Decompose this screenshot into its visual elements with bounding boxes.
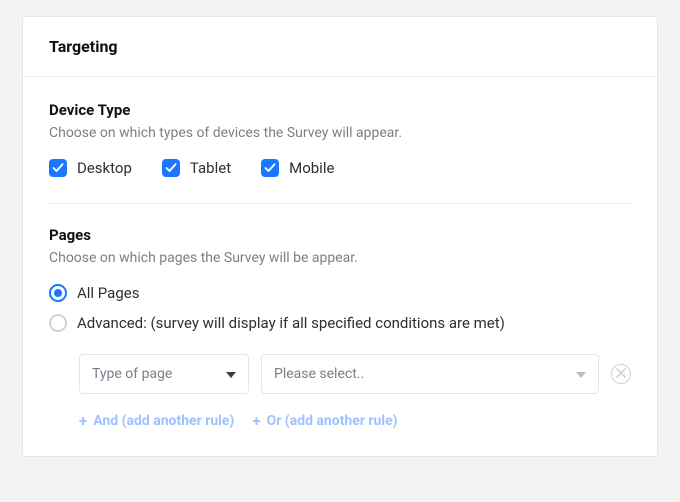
select-placeholder: Type of page [92, 366, 172, 382]
section-divider [49, 203, 631, 204]
plus-icon: + [252, 412, 260, 430]
value-select[interactable]: Please select.. [261, 354, 599, 394]
radio-icon [49, 284, 67, 302]
device-type-section: Device Type Choose on which types of dev… [49, 101, 631, 177]
add-and-label: And (add another rule) [93, 413, 234, 429]
device-type-desc: Choose on which types of devices the Sur… [49, 125, 631, 141]
remove-rule-button[interactable] [611, 364, 631, 384]
device-type-title: Device Type [49, 101, 631, 119]
check-icon [49, 159, 67, 177]
check-icon [162, 159, 180, 177]
rules-area: Type of page Please select.. [49, 354, 631, 430]
targeting-card: Targeting Device Type Choose on which ty… [22, 16, 658, 457]
radio-label: All Pages [77, 284, 139, 302]
caret-down-icon [576, 366, 586, 382]
plus-icon: + [79, 412, 87, 430]
radio-advanced[interactable]: Advanced: (survey will display if all sp… [49, 314, 631, 332]
add-rule-row: + And (add another rule) + Or (add anoth… [79, 412, 631, 430]
radio-all-pages[interactable]: All Pages [49, 284, 631, 302]
card-title: Targeting [23, 17, 657, 77]
radio-label: Advanced: (survey will display if all sp… [77, 314, 505, 332]
radio-icon [49, 314, 67, 332]
card-body: Device Type Choose on which types of dev… [23, 77, 657, 456]
pages-desc: Choose on which pages the Survey will be… [49, 250, 631, 266]
rule-row: Type of page Please select.. [79, 354, 631, 394]
checkbox-mobile[interactable]: Mobile [261, 159, 334, 177]
pages-section: Pages Choose on which pages the Survey w… [49, 226, 631, 430]
device-type-options: Desktop Tablet Mobile [49, 159, 631, 177]
add-or-label: Or (add another rule) [267, 413, 398, 429]
type-of-page-select[interactable]: Type of page [79, 354, 249, 394]
caret-down-icon [226, 366, 236, 382]
check-icon [261, 159, 279, 177]
checkbox-label: Desktop [77, 159, 132, 177]
close-icon [616, 366, 626, 382]
pages-title: Pages [49, 226, 631, 244]
checkbox-label: Mobile [289, 159, 334, 177]
checkbox-tablet[interactable]: Tablet [162, 159, 231, 177]
add-and-rule-button[interactable]: + And (add another rule) [79, 412, 234, 430]
checkbox-label: Tablet [190, 159, 231, 177]
select-placeholder: Please select.. [274, 366, 364, 382]
add-or-rule-button[interactable]: + Or (add another rule) [252, 412, 397, 430]
checkbox-desktop[interactable]: Desktop [49, 159, 132, 177]
pages-radio-group: All Pages Advanced: (survey will display… [49, 284, 631, 332]
